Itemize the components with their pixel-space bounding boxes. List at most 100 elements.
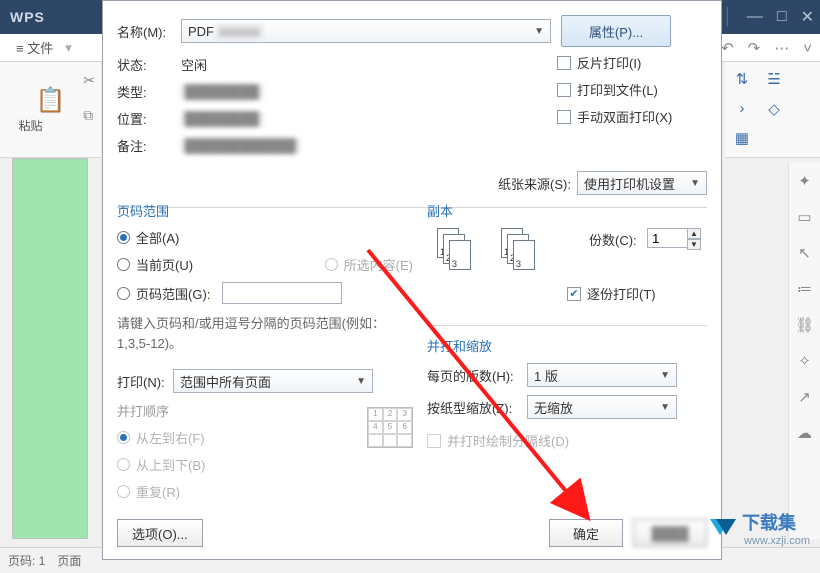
order-tb-radio: 从上到下(B) <box>117 455 413 474</box>
manual-duplex-label: 手动双面打印(X) <box>577 107 672 126</box>
print-dialog: 名称(M): PDFxxxxxx ▼ 属性(P)... 状态: 空闲 类型: █… <box>102 0 722 560</box>
collate-checkbox[interactable] <box>567 287 581 301</box>
collate-label: 逐份打印(T) <box>587 284 656 303</box>
cloud-icon[interactable]: ☁ <box>797 424 812 442</box>
print-what-combo[interactable]: 范围中所有页面 ▼ <box>173 369 373 393</box>
watermark-url: www.xzji.com <box>744 535 810 547</box>
select-icon[interactable]: ▭ <box>797 208 811 226</box>
collate-graphic: 123 123 份数(C): ▲▼ <box>437 228 707 272</box>
print-to-file-checkbox[interactable] <box>557 83 571 97</box>
printer-where-value: ████████ <box>181 111 263 126</box>
paper-source-value: 使用打印机设置 <box>584 174 675 193</box>
window-close-icon[interactable]: ✕ <box>801 7 814 27</box>
filter-icon[interactable]: ☱ <box>765 70 783 90</box>
printer-type-value: ████████ <box>181 84 263 99</box>
fit-combo[interactable]: 无缩放 ▼ <box>527 395 677 419</box>
copies-spinner[interactable]: ▲▼ <box>647 228 703 250</box>
order-repeat-label: 重复(R) <box>136 482 180 501</box>
range-pages-input[interactable] <box>222 282 342 304</box>
range-current-label: 当前页(U) <box>136 255 193 274</box>
chevron-right-icon[interactable]: › <box>733 100 751 120</box>
print-what-label: 打印(N): <box>117 372 173 391</box>
fit-value: 无缩放 <box>534 398 573 417</box>
copy-icon[interactable]: ⧉ <box>83 107 95 124</box>
printer-where-label: 位置: <box>117 109 181 128</box>
scale-title: 并打和缩放 <box>427 336 707 355</box>
printer-name-value: PDFxxxxxx <box>188 24 263 39</box>
chevron-down-icon: ▼ <box>660 370 670 381</box>
printer-comment-value: ████████████ <box>181 138 300 153</box>
range-hint: 请键入页码和/或用逗号分隔的页码范围(例如：1,3,5-12)。 <box>117 314 413 353</box>
share-icon[interactable]: ↗ <box>798 388 811 406</box>
status-page-number: 页码: 1 <box>8 552 45 569</box>
paper-source-combo[interactable]: 使用打印机设置 ▼ <box>577 171 707 195</box>
ok-button[interactable]: 确定 <box>549 519 623 547</box>
range-current-radio[interactable]: 当前页(U) <box>117 255 193 274</box>
chevron-down-icon: ▼ <box>356 376 366 387</box>
redo-icon[interactable]: ↷ <box>748 39 761 57</box>
chevron-down-icon: ▼ <box>660 402 670 413</box>
chevron-down-icon: ▼ <box>690 178 700 189</box>
grid-icon[interactable]: ▦ <box>733 129 751 149</box>
per-sheet-combo[interactable]: 1 版 ▼ <box>527 363 677 387</box>
printer-status-label: 状态: <box>117 55 181 74</box>
printer-status-value: 空闲 <box>181 55 207 74</box>
app-divider: │ <box>723 8 733 26</box>
spin-down-icon[interactable]: ▼ <box>687 239 701 250</box>
window-maximize-icon[interactable]: □ <box>777 8 787 26</box>
range-selection-radio: 所选内容(E) <box>325 255 413 274</box>
printer-name-combo[interactable]: PDFxxxxxx ▼ <box>181 19 551 43</box>
watermark-icon <box>706 513 736 543</box>
range-selection-label: 所选内容(E) <box>344 255 413 274</box>
draw-border-checkbox <box>427 434 441 448</box>
file-menu[interactable]: ≡ 文件 <box>10 36 59 59</box>
printer-name-label: 名称(M): <box>117 22 181 41</box>
ribbon-clipboard: 📋 粘贴 ✂ ⧉ <box>0 62 102 158</box>
document-page <box>12 158 88 539</box>
order-repeat-radio: 重复(R) <box>117 482 413 501</box>
sort-icon[interactable]: ⇅ <box>733 70 751 90</box>
order-tb-label: 从上到下(B) <box>136 455 205 474</box>
per-sheet-value: 1 版 <box>534 366 558 385</box>
draw-border-label: 并打时绘制分隔线(D) <box>447 431 569 450</box>
reverse-print-label: 反片打印(I) <box>577 53 641 72</box>
print-what-value: 范围中所有页面 <box>180 372 271 391</box>
spin-up-icon[interactable]: ▲ <box>687 228 701 239</box>
chain-icon[interactable]: ⛓ <box>795 316 814 334</box>
window-minimize-icon[interactable]: — <box>747 8 763 26</box>
printer-type-label: 类型: <box>117 82 181 101</box>
range-pages-radio[interactable]: 页码范围(G): <box>117 282 413 304</box>
settings-slider-icon[interactable]: ≔ <box>797 280 812 298</box>
copies-title: 副本 <box>427 201 707 220</box>
copies-and-scale-group: 副本 123 123 份数(C): ▲▼ 逐份打印(T <box>427 201 707 458</box>
watermark: 下载集 www.xzji.com <box>706 509 810 547</box>
range-pages-label: 页码范围(G): <box>136 284 210 303</box>
sparkle-icon[interactable]: ✧ <box>798 352 811 370</box>
shape-icon[interactable]: ◇ <box>765 100 783 120</box>
more-icon[interactable]: ⋯ <box>774 39 789 57</box>
fit-label: 按纸型缩放(Z): <box>427 398 527 417</box>
watermark-name: 下载集 <box>742 509 810 535</box>
cursor-icon[interactable]: ↖ <box>798 244 811 262</box>
order-lr-label: 从左到右(F) <box>136 428 205 447</box>
paste-label[interactable]: 粘贴 <box>19 117 83 134</box>
reverse-print-checkbox[interactable] <box>557 56 571 70</box>
cut-icon[interactable]: ✂ <box>83 72 95 89</box>
cancel-button[interactable]: ████ <box>633 519 707 547</box>
options-button[interactable]: 选项(O)... <box>117 519 203 547</box>
chevron-down-icon: ▼ <box>534 26 544 37</box>
paste-icon[interactable]: 📋 <box>36 86 66 115</box>
manual-duplex-checkbox[interactable] <box>557 110 571 124</box>
expand-icon[interactable]: ˅ <box>803 40 812 57</box>
dialog-body: 页码范围 全部(A) 当前页(U) 所选内容(E) 页码范围(G): 请键入页码… <box>117 201 707 507</box>
chevron-down-icon[interactable]: ▾ <box>65 40 72 56</box>
magic-icon[interactable]: ✦ <box>798 172 811 190</box>
ribbon-right: ⇅ ☱ › ◇ ▦ <box>725 62 820 158</box>
status-page-tab[interactable]: 页面 <box>57 552 81 569</box>
copies-input[interactable] <box>647 228 687 248</box>
page-range-title: 页码范围 <box>117 201 413 220</box>
range-all-radio[interactable]: 全部(A) <box>117 228 413 247</box>
print-to-file-label: 打印到文件(L) <box>577 80 658 99</box>
printer-properties-button[interactable]: 属性(P)... <box>561 15 671 47</box>
undo-icon[interactable]: ↶ <box>721 39 734 57</box>
